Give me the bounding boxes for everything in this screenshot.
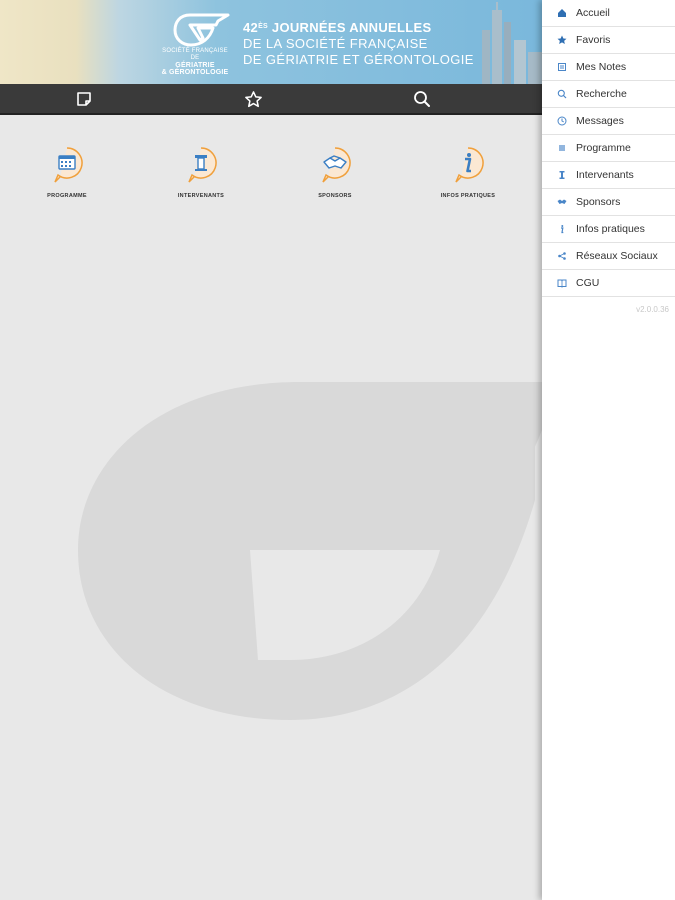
drawer-item-label: Accueil <box>576 7 610 19</box>
title-line-3: DE GÉRIATRIE ET GÉRONTOLOGIE <box>243 52 474 67</box>
star-icon <box>244 90 262 107</box>
drawer-item-label: Recherche <box>576 88 627 100</box>
drawer-item-favoris[interactable]: Favoris <box>542 27 675 54</box>
drawer-item-label: Sponsors <box>576 196 621 208</box>
book-icon <box>557 279 566 288</box>
calendar-icon <box>54 147 83 183</box>
podium-icon <box>559 171 564 179</box>
podium-icon <box>188 147 217 183</box>
congress-title: 42ÈS JOURNÉES ANNUELLES DE LA SOCIÉTÉ FR… <box>243 20 474 68</box>
drawer-item-programme[interactable]: Programme <box>542 135 675 162</box>
handshake-icon <box>322 147 351 183</box>
search-icon <box>414 91 430 107</box>
info-icon <box>455 147 484 183</box>
title-line-2: DE LA SOCIÉTÉ FRANÇAISE <box>243 36 428 51</box>
drawer-item-infos-pratiques[interactable]: Infos pratiques <box>542 216 675 243</box>
drawer-item-label: Intervenants <box>576 169 634 181</box>
star-icon <box>557 35 566 44</box>
logo-text: SOCIÉTÉ FRANÇAISE DE GÉRIATRIE & GÉRONTO… <box>155 48 235 76</box>
drawer-item-sponsors[interactable]: Sponsors <box>542 189 675 216</box>
list-icon <box>558 145 565 151</box>
notes-icon <box>77 92 91 106</box>
home-icon <box>557 9 566 17</box>
drawer-item-label: Messages <box>576 115 624 127</box>
tile-programme[interactable]: PROGRAMME <box>22 146 112 199</box>
favorites-button[interactable] <box>242 88 264 110</box>
drawer-item-cgu[interactable]: CGU <box>542 270 675 297</box>
drawer-item-label: Mes Notes <box>576 61 627 73</box>
app-version: v2.0.0.36 <box>636 305 669 314</box>
tile-label: SPONSORS <box>318 193 352 199</box>
toolbar <box>0 84 542 115</box>
title-number: 42 <box>243 20 259 35</box>
notes-icon <box>557 63 566 71</box>
drawer-item-messages[interactable]: Messages <box>542 108 675 135</box>
info-icon <box>560 225 564 234</box>
title-line-1: JOURNÉES ANNUELLES <box>268 20 432 35</box>
drawer-item-label: CGU <box>576 277 600 289</box>
navigation-drawer: Accueil Favoris Mes Notes Recherche Mess… <box>542 0 675 900</box>
clock-icon <box>557 116 566 126</box>
handshake-icon <box>557 199 566 204</box>
drawer-item-intervenants[interactable]: Intervenants <box>542 162 675 189</box>
city-skyline-image <box>482 2 542 84</box>
tile-label: PROGRAMME <box>47 193 87 199</box>
drawer-item-label: Favoris <box>576 34 611 46</box>
drawer-item-reseaux-sociaux[interactable]: Réseaux Sociaux <box>542 243 675 270</box>
notes-button[interactable] <box>73 88 95 110</box>
drawer-item-label: Programme <box>576 142 631 154</box>
tile-infos-pratiques[interactable]: INFOS PRATIQUES <box>423 146 513 199</box>
tile-label: INTERVENANTS <box>177 193 225 199</box>
tile-label: INFOS PRATIQUES <box>440 193 496 199</box>
drawer-item-label: Infos pratiques <box>576 223 645 235</box>
logo-line-1: SOCIÉTÉ FRANÇAISE <box>162 48 228 54</box>
logo-line-3: GÉRIATRIE <box>175 62 215 69</box>
logo-line-4: & GÉRONTOLOGIE <box>161 69 229 76</box>
drawer-item-accueil[interactable]: Accueil <box>542 0 675 27</box>
drawer-item-mes-notes[interactable]: Mes Notes <box>542 54 675 81</box>
logo-line-2: DE <box>190 55 200 61</box>
search-icon <box>557 89 566 99</box>
tile-sponsors[interactable]: SPONSORS <box>290 146 380 199</box>
search-button[interactable] <box>411 88 433 110</box>
title-suffix: ÈS <box>258 23 269 30</box>
share-icon <box>557 252 566 260</box>
sfgg-logo-icon <box>173 13 230 47</box>
drawer-item-label: Réseaux Sociaux <box>576 250 658 262</box>
watermark-logo-icon <box>78 382 542 720</box>
header-banner: SOCIÉTÉ FRANÇAISE DE GÉRIATRIE & GÉRONTO… <box>0 0 542 84</box>
tile-intervenants[interactable]: INTERVENANTS <box>156 146 246 199</box>
drawer-item-recherche[interactable]: Recherche <box>542 81 675 108</box>
